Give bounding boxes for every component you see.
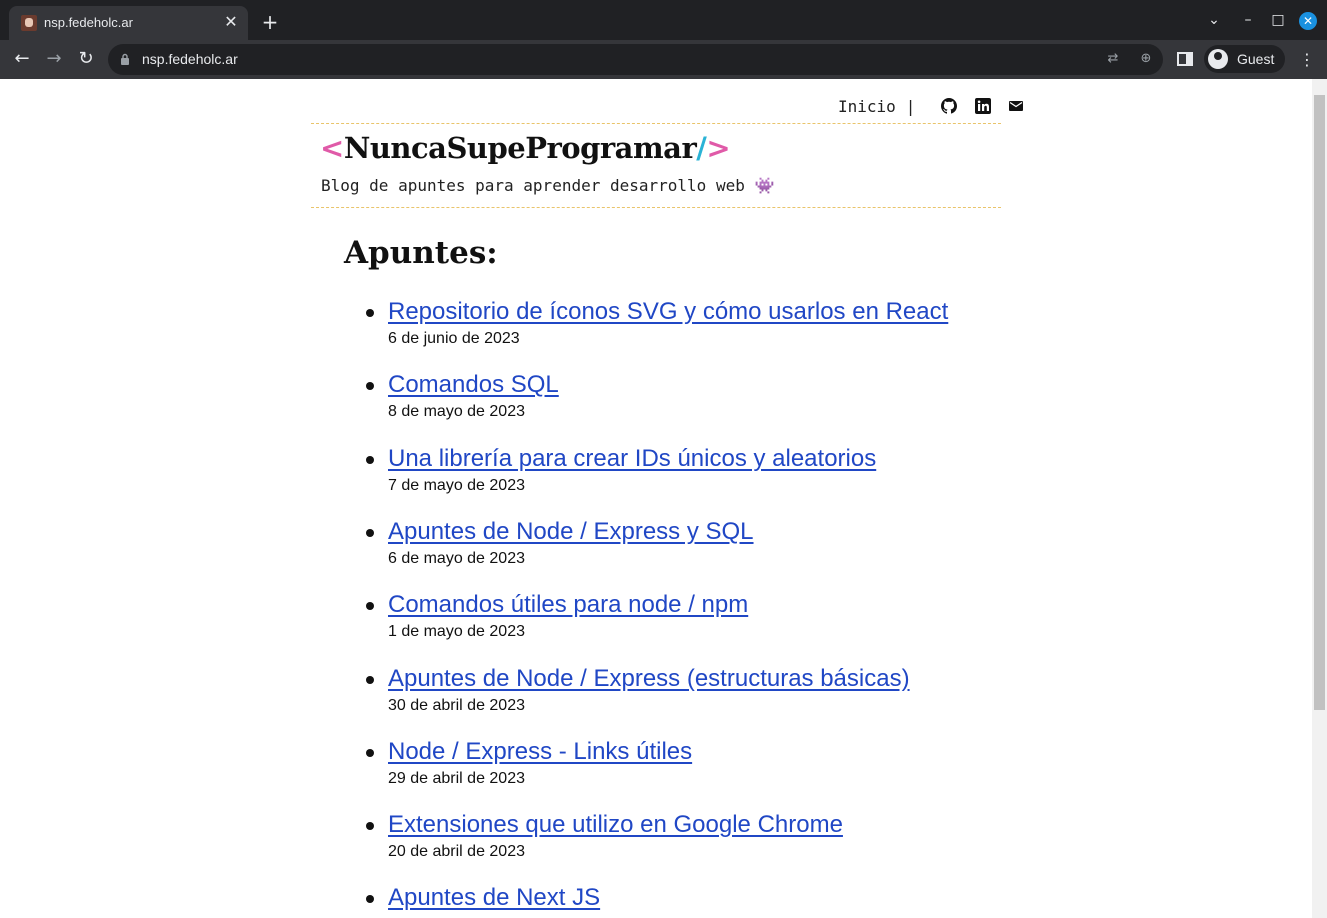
nav-home-link[interactable]: Inicio: [838, 97, 896, 116]
github-icon[interactable]: [941, 98, 958, 114]
browser-tab[interactable]: nsp.fedeholc.ar ✕: [9, 6, 248, 40]
post-date: 6 de junio de 2023: [388, 330, 520, 347]
post-date: 6 de mayo de 2023: [388, 550, 525, 567]
list-item: Repositorio de íconos SVG y cómo usarlos…: [366, 298, 948, 348]
post-link[interactable]: Node / Express - Links útiles: [388, 738, 692, 765]
list-item: Node / Express - Links útiles 29 de abril…: [366, 738, 692, 788]
minimize-icon[interactable]: –: [1240, 12, 1256, 28]
post-date: 7 de mayo de 2023: [388, 477, 525, 494]
post-date: 29 de abril de 2023: [388, 770, 525, 787]
favicon-icon: [21, 15, 37, 31]
nav-separator: |: [905, 97, 916, 116]
post-link[interactable]: Extensiones que utilizo en Google Chrome: [388, 811, 843, 838]
post-link[interactable]: Apuntes de Node / Express y SQL: [388, 518, 754, 545]
list-item: Apuntes de Node / Express (estructuras b…: [366, 665, 910, 715]
post-link[interactable]: Repositorio de íconos SVG y cómo usarlos…: [388, 298, 948, 325]
profile-button[interactable]: Guest: [1204, 45, 1285, 73]
list-item: Apuntes de Next JS: [366, 884, 600, 916]
site-nav: Inicio |: [838, 97, 1024, 116]
linkedin-icon[interactable]: [974, 98, 991, 114]
page-scrollbar[interactable]: [1312, 79, 1327, 918]
page-viewport: Inicio | <NuncaSupeProgramar/> Blog de ap…: [0, 79, 1312, 918]
side-panel-icon[interactable]: [1177, 52, 1193, 66]
close-tab-icon[interactable]: ✕: [222, 13, 240, 31]
list-item: Comandos útiles para node / npm 1 de mayo…: [366, 591, 748, 641]
lock-icon: [121, 53, 129, 65]
maximize-icon[interactable]: □: [1270, 12, 1286, 28]
post-date: 30 de abril de 2023: [388, 697, 525, 714]
reload-icon[interactable]: ↻: [75, 48, 97, 70]
address-bar[interactable]: nsp.fedeholc.ar ⇄ ⊕: [108, 44, 1163, 75]
new-tab-icon[interactable]: +: [260, 12, 280, 32]
list-item: Apuntes de Node / Express y SQL 6 de mayo…: [366, 518, 754, 568]
scrollbar-thumb[interactable]: [1314, 95, 1325, 710]
profile-label: Guest: [1237, 51, 1275, 67]
post-link[interactable]: Comandos útiles para node / npm: [388, 591, 748, 618]
site-logo[interactable]: <NuncaSupeProgramar/>: [320, 131, 731, 165]
post-date: 1 de mayo de 2023: [388, 623, 525, 640]
list-item: Comandos SQL 8 de mayo de 2023: [366, 371, 559, 421]
post-link[interactable]: Comandos SQL: [388, 371, 559, 398]
tab-search-icon[interactable]: ⌄: [1206, 12, 1222, 28]
email-icon[interactable]: [1008, 98, 1024, 114]
list-item: Extensiones que utilizo en Google Chrome…: [366, 811, 843, 861]
header-divider-bottom: [311, 207, 1001, 208]
url-text: nsp.fedeholc.ar: [142, 51, 238, 67]
list-item: Una librería para crear IDs únicos y ale…: [366, 445, 876, 495]
zoom-icon[interactable]: ⊕: [1137, 50, 1155, 68]
header-divider-top: [311, 123, 1001, 124]
translate-icon[interactable]: ⇄: [1104, 50, 1122, 68]
tab-strip: nsp.fedeholc.ar ✕ + ⌄ – □ ✕: [0, 0, 1327, 40]
post-date: 8 de mayo de 2023: [388, 403, 525, 420]
post-date: 20 de abril de 2023: [388, 843, 525, 860]
post-link[interactable]: Apuntes de Node / Express (estructuras b…: [388, 665, 910, 692]
tab-title: nsp.fedeholc.ar: [44, 15, 133, 30]
browser-toolbar: ← → ↻ nsp.fedeholc.ar ⇄ ⊕ Guest ⋮: [0, 40, 1327, 79]
back-icon[interactable]: ←: [11, 48, 33, 70]
avatar-icon: [1208, 49, 1228, 69]
post-link[interactable]: Una librería para crear IDs únicos y ale…: [388, 445, 876, 472]
page-title: Apuntes:: [344, 235, 498, 271]
window-close-icon[interactable]: ✕: [1299, 12, 1317, 30]
menu-icon[interactable]: ⋮: [1299, 49, 1315, 71]
forward-icon[interactable]: →: [43, 48, 65, 70]
site-tagline: Blog de apuntes para aprender desarrollo…: [321, 176, 775, 195]
post-link[interactable]: Apuntes de Next JS: [388, 884, 600, 911]
